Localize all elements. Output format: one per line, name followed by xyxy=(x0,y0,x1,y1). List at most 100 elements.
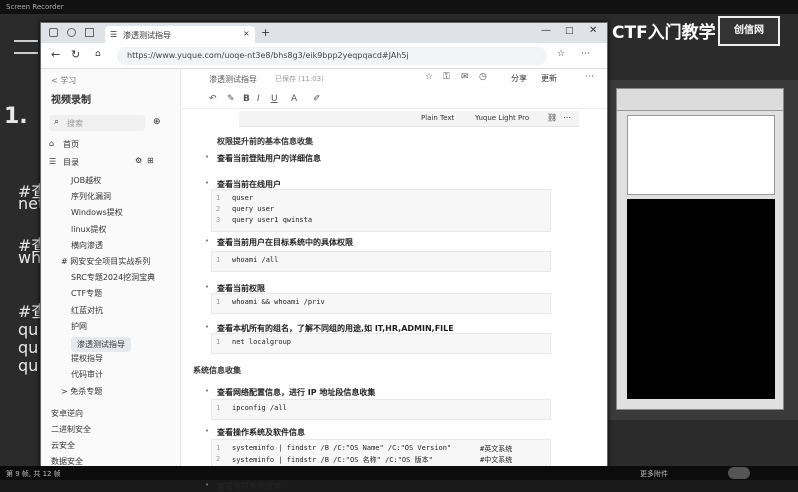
bullet-icon: • xyxy=(205,153,210,161)
line-number: 3 xyxy=(216,216,221,224)
preview-app xyxy=(616,88,784,410)
history-icon[interactable]: ◷ xyxy=(479,72,487,82)
slide-heading-prefix: 1. xyxy=(4,104,28,129)
highlight-icon[interactable]: ✐ xyxy=(313,94,321,104)
search-box[interactable]: ⌕ 搜索 xyxy=(49,115,145,131)
browser-tab[interactable]: ☰ 渗透测试指导 × xyxy=(105,26,255,43)
sidebar-item[interactable]: 序列化漏洞 xyxy=(71,191,111,202)
add-item-icon[interactable]: ⊞ xyxy=(147,156,154,165)
sidebar-item[interactable]: Windows提权 xyxy=(71,207,123,218)
profile-icon[interactable] xyxy=(67,28,76,37)
code-block[interactable]: 1 whoami /all xyxy=(211,251,551,272)
slide-command-line: qu xyxy=(18,338,39,357)
sidebar-item[interactable]: 代码审计 xyxy=(71,369,103,380)
code-block[interactable]: 1 net localgroup xyxy=(211,333,551,354)
bullet-icon: • xyxy=(205,283,210,291)
sidebar-item[interactable]: 安卓逆向 xyxy=(51,408,83,419)
close-tab-icon[interactable]: × xyxy=(243,29,250,38)
slide-command-line: qu xyxy=(18,320,39,339)
comment-icon[interactable]: ✉ xyxy=(461,72,469,82)
sidebar-toc[interactable]: 目录 xyxy=(63,157,79,168)
window-icon[interactable] xyxy=(49,28,58,37)
code-block[interactable]: 1 whoami && whoami /priv xyxy=(211,293,551,314)
line-number: 1 xyxy=(216,404,221,412)
slide-command-line: wh xyxy=(18,248,42,267)
bold-icon[interactable]: B xyxy=(243,94,250,104)
breadcrumb[interactable]: < 学习 xyxy=(51,75,76,86)
favorites-icon[interactable]: ☆ xyxy=(557,49,565,59)
time-badge xyxy=(728,467,750,479)
code-line: whoami /all xyxy=(232,256,279,264)
line-number: 1 xyxy=(216,338,221,346)
underline-icon[interactable]: U xyxy=(271,94,278,104)
back-icon[interactable]: ← xyxy=(51,48,60,61)
undo-icon[interactable]: ↶ xyxy=(209,94,217,104)
bullet-icon: • xyxy=(205,427,210,435)
heading: 查看当前登陆用户的详细信息 xyxy=(217,154,321,163)
slide-brand: CTF入门教学 xyxy=(612,23,716,43)
taskbar-status: 第 9 帧, 共 12 帧 xyxy=(6,470,61,478)
new-tab-icon[interactable]: + xyxy=(261,26,270,39)
preview-document xyxy=(627,115,775,195)
sidebar-item[interactable]: # 网安安全项目实战系列 xyxy=(61,256,150,267)
toc-icon: ☰ xyxy=(49,157,57,166)
sidebar-home[interactable]: 首页 xyxy=(63,139,79,150)
maximize-icon[interactable]: □ xyxy=(565,26,574,36)
add-icon[interactable]: ⊕ xyxy=(153,117,161,127)
sidebar-item[interactable]: 护网 xyxy=(71,321,87,332)
code-line: ipconfig /all xyxy=(232,404,287,412)
format-painter-icon[interactable]: ✎ xyxy=(227,94,235,104)
sidebar-item[interactable]: CTF专题 xyxy=(71,288,102,299)
font-color-icon[interactable]: A xyxy=(291,94,297,104)
book-title[interactable]: 视频录制 xyxy=(51,91,91,106)
taskbar: 第 9 帧, 共 12 帧 更多附件 xyxy=(0,466,798,480)
line-number: 1 xyxy=(216,298,221,306)
more-icon[interactable]: ⋯ xyxy=(585,72,594,82)
settings-icon[interactable]: ⚙ xyxy=(135,156,142,165)
taskbar-right[interactable]: 更多附件 xyxy=(640,469,668,479)
code-line: whoami && whoami /priv xyxy=(232,298,325,306)
format-toolbar: ↶ ✎ B I U A ✐ xyxy=(181,91,607,109)
minimize-icon[interactable]: — xyxy=(541,25,551,36)
lock-icon[interactable]: ⚿ xyxy=(443,72,450,82)
code-block[interactable]: 1 quser 2 query user 3 query user1 qwinsta xyxy=(211,189,551,232)
brand-logo: 创信网 xyxy=(718,16,780,46)
heading: 查看当前系统版本 xyxy=(217,482,281,491)
browser-menu-icon[interactable]: ⋯ xyxy=(581,49,590,59)
sidebar-item[interactable]: JOB越权 xyxy=(71,175,101,186)
code-language-select[interactable]: Plain Text xyxy=(421,114,454,122)
sidebar-item[interactable]: linux提权 xyxy=(71,224,106,235)
star-icon[interactable]: ☆ xyxy=(425,72,433,82)
save-status: 已保存 (11:03) xyxy=(275,75,324,83)
sidebar-item[interactable]: 渗透测试指导 xyxy=(71,337,131,352)
sidebar-item[interactable]: 横向渗透 xyxy=(71,240,103,251)
preview-window xyxy=(604,80,798,420)
code-comment: #中文系统 xyxy=(480,456,513,464)
code-theme-select[interactable]: Yuque Light Pro xyxy=(475,114,529,122)
slide-command-line: qu xyxy=(18,356,39,375)
italic-icon[interactable]: I xyxy=(257,94,260,104)
close-window-icon[interactable]: ✕ xyxy=(589,25,597,36)
refresh-icon[interactable]: ↻ xyxy=(71,48,80,61)
share-button[interactable]: 分享 xyxy=(511,73,527,84)
code-block[interactable]: 1 ipconfig /all xyxy=(211,399,551,420)
code-line: query user1 qwinsta xyxy=(232,216,313,224)
sidebar-item[interactable]: SRC专题2024挖洞宝典 xyxy=(71,272,155,283)
home-icon[interactable]: ⌂ xyxy=(95,49,101,59)
sidebar-item[interactable]: > 免杀专题 xyxy=(61,386,102,397)
link-icon[interactable]: ⛓ xyxy=(547,113,557,122)
sidebar-item[interactable]: 二进制安全 xyxy=(51,424,91,435)
update-button[interactable]: 更新 xyxy=(541,73,557,84)
editor: 渗透测试指导 已保存 (11:03) ☆ ⚿ ✉ ◷ 分享 更新 ⋯ ↶ ✎ B… xyxy=(181,69,607,491)
tabs-icon[interactable] xyxy=(85,28,94,37)
url-field[interactable]: https://www.yuque.com/uoqe-nt3e8/bhs8g3/… xyxy=(117,47,547,65)
line-number: 2 xyxy=(216,455,221,463)
code-line: systeminfo | findstr /B /C:"OS Name" /C:… xyxy=(232,444,452,452)
search-placeholder: 搜索 xyxy=(67,119,83,128)
search-icon: ⌕ xyxy=(54,117,60,127)
code-more-icon[interactable]: ⋯ xyxy=(563,113,571,122)
sidebar-item[interactable]: 提权指导 xyxy=(71,353,103,364)
code-line: net localgroup xyxy=(232,338,292,346)
sidebar-item[interactable]: 红蓝对抗 xyxy=(71,305,103,316)
sidebar-item[interactable]: 云安全 xyxy=(51,440,75,451)
